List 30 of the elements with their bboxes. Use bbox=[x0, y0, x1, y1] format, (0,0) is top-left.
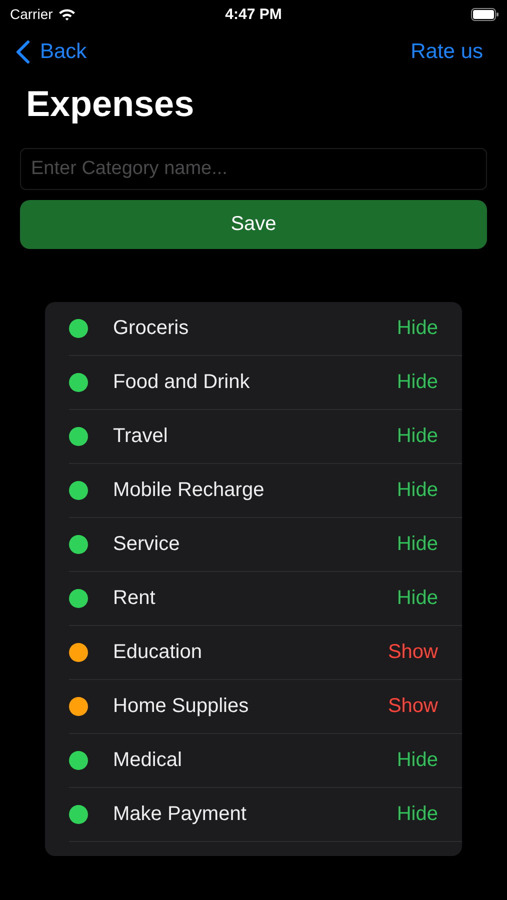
category-name: Home Supplies bbox=[113, 695, 250, 718]
toggle-visibility-button[interactable]: Show bbox=[388, 641, 438, 664]
category-name: Mobile Recharge bbox=[113, 479, 266, 502]
category-name: Service bbox=[113, 533, 181, 556]
chevron-left-icon bbox=[16, 40, 30, 64]
toggle-visibility-button[interactable]: Show bbox=[388, 695, 438, 718]
toggle-visibility-button[interactable]: Hide bbox=[396, 317, 438, 340]
toggle-visibility-button[interactable]: Hide bbox=[396, 533, 438, 556]
category-name: Education bbox=[113, 641, 203, 664]
wifi-icon bbox=[58, 8, 76, 20]
toggle-visibility-button[interactable]: Hide bbox=[396, 479, 438, 502]
category-name: Travel bbox=[113, 425, 169, 448]
back-button[interactable]: Back bbox=[16, 40, 87, 64]
page-title: Expenses bbox=[26, 82, 196, 126]
rate-us-button[interactable]: Rate us bbox=[410, 40, 483, 64]
toggle-visibility-button[interactable]: Hide bbox=[396, 587, 438, 610]
category-name-field[interactable]: Enter Category name... bbox=[20, 148, 487, 190]
toggle-visibility-button[interactable]: Hide bbox=[396, 803, 438, 826]
save-button[interactable]: Save bbox=[20, 200, 487, 249]
toggle-visibility-button[interactable]: Hide bbox=[396, 425, 438, 448]
category-name: Groceris bbox=[113, 317, 190, 340]
carrier-label: Carrier bbox=[10, 6, 53, 22]
toggle-visibility-button[interactable]: Hide bbox=[396, 749, 438, 772]
battery-icon bbox=[471, 8, 499, 20]
category-name: Medical bbox=[113, 749, 183, 772]
category-name: Food and Drink bbox=[113, 371, 251, 394]
category-name: Rent bbox=[113, 587, 156, 610]
status-time: 4:47 PM bbox=[224, 6, 283, 22]
toggle-visibility-button[interactable]: Hide bbox=[396, 371, 438, 394]
category-name: Make Payment bbox=[113, 803, 248, 826]
